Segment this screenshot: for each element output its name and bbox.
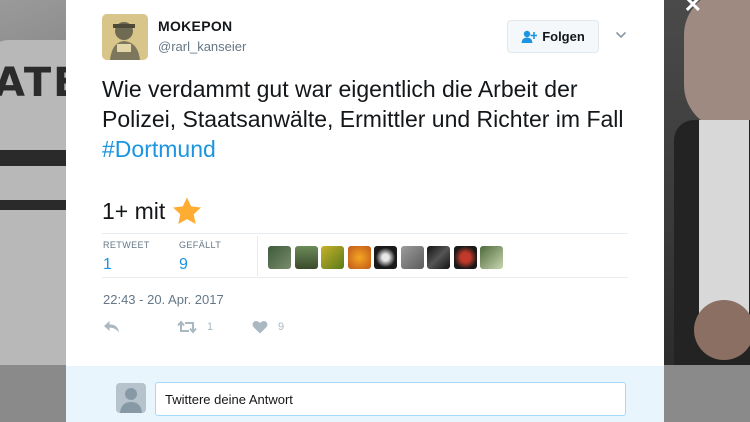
reply-icon bbox=[104, 321, 119, 333]
liker-avatar[interactable] bbox=[453, 246, 477, 269]
background-photo-left: ATEN bbox=[0, 0, 66, 365]
follow-label: Folgen bbox=[542, 29, 585, 44]
tweet-text: Wie verdammt gut war eigentlich die Arbe… bbox=[102, 74, 632, 164]
liker-avatar[interactable] bbox=[374, 246, 397, 269]
close-icon[interactable]: ✕ bbox=[684, 0, 702, 16]
divider bbox=[102, 233, 628, 234]
tweet-card: MOKEPON @rarl_kanseier Folgen Wie verdam… bbox=[66, 0, 664, 422]
retweet-button[interactable]: 1 bbox=[177, 320, 252, 334]
liker-avatar[interactable] bbox=[427, 246, 450, 269]
stats-separator bbox=[257, 236, 258, 276]
retweet-count: 1 bbox=[207, 321, 214, 333]
liker-avatar[interactable] bbox=[268, 246, 291, 269]
hashtag-link[interactable]: #Dortmund bbox=[102, 136, 216, 162]
liker-avatar[interactable] bbox=[400, 246, 424, 269]
liker-avatar[interactable] bbox=[321, 246, 344, 269]
liker-avatar[interactable] bbox=[347, 246, 371, 269]
divider bbox=[102, 277, 628, 278]
avatar[interactable] bbox=[102, 14, 148, 60]
reply-area bbox=[66, 366, 664, 422]
like-stat-label: GEFÄLLT bbox=[179, 240, 222, 250]
user-handle[interactable]: @rarl_kanseier bbox=[158, 39, 246, 54]
retweet-icon bbox=[177, 320, 197, 334]
like-stat[interactable]: GEFÄLLT 9 bbox=[179, 240, 221, 274]
star-icon bbox=[173, 197, 202, 224]
tweet-actions: 1 9 bbox=[103, 320, 284, 334]
tweet-text-line2-label: 1+ mit bbox=[102, 197, 166, 224]
follow-button[interactable]: Folgen bbox=[507, 20, 599, 53]
tweet-text-body: Wie verdammt gut war eigentlich die Arbe… bbox=[102, 76, 624, 132]
retweet-stat[interactable]: RETWEET 1 bbox=[103, 240, 150, 274]
reply-input[interactable] bbox=[155, 382, 626, 416]
heart-icon bbox=[252, 321, 268, 334]
liker-avatar[interactable] bbox=[294, 246, 318, 269]
like-count: 9 bbox=[278, 321, 285, 333]
liker-avatar[interactable] bbox=[480, 246, 503, 269]
like-stat-value: 9 bbox=[179, 256, 188, 273]
liker-avatars bbox=[268, 246, 503, 269]
retweet-stat-label: RETWEET bbox=[103, 240, 150, 250]
reply-button[interactable] bbox=[103, 320, 177, 334]
chevron-down-icon[interactable] bbox=[615, 29, 627, 41]
add-user-icon bbox=[521, 30, 538, 43]
default-avatar-icon bbox=[116, 383, 146, 413]
like-button[interactable]: 9 bbox=[252, 320, 284, 334]
display-name[interactable]: MOKEPON bbox=[158, 18, 232, 34]
retweet-stat-value: 1 bbox=[103, 256, 112, 273]
background-photo-right bbox=[664, 0, 750, 365]
tweet-text-line2: 1+ mit bbox=[102, 196, 203, 226]
reply-avatar bbox=[116, 383, 146, 413]
tweet-timestamp[interactable]: 22:43 - 20. Apr. 2017 bbox=[103, 292, 224, 307]
